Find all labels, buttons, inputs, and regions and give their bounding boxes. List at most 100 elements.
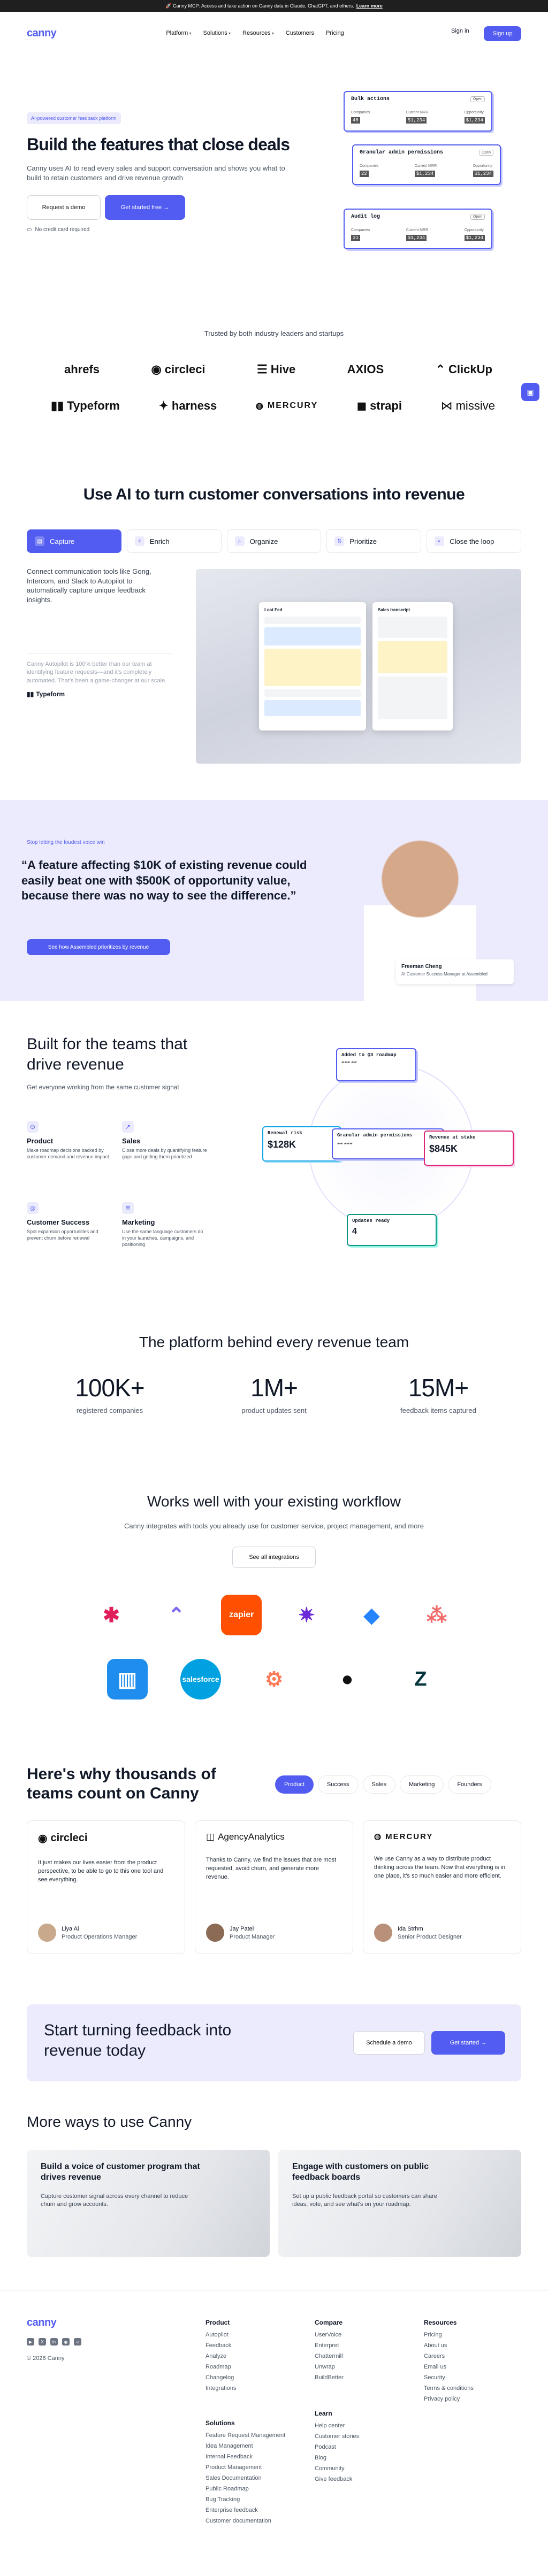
footer-link[interactable]: Podcast (315, 2444, 359, 2450)
capture-icon: ▤ (35, 536, 44, 546)
request-demo-button[interactable]: Request a demo (27, 195, 101, 220)
why-tab-founders[interactable]: Founders (448, 1775, 491, 1794)
zapier-icon[interactable]: zapier (221, 1595, 262, 1635)
logo[interactable]: canny (27, 27, 57, 40)
why-card-mercury: ◍ MERCURY We use Canny as a way to distri… (363, 1820, 521, 1954)
footer-link[interactable]: Enterprise feedback (206, 2507, 285, 2513)
footer-link[interactable]: Help center (315, 2423, 359, 2429)
logo-ahrefs: ahrefs (64, 363, 100, 376)
footer-link[interactable]: Product Management (206, 2464, 285, 2471)
footer-link[interactable]: Changelog (206, 2374, 236, 2381)
why-card-author: Jay Patel Product Manager (206, 1924, 275, 1942)
announcement-text: 🚀 Canny MCP: Access and take action on C… (165, 3, 354, 9)
ai-section-title: Use AI to turn customer conversations in… (83, 486, 465, 503)
footer-link[interactable]: Feature Request Management (206, 2432, 285, 2439)
tab-organize[interactable]: ⌕ Organize (226, 529, 322, 553)
asana-icon[interactable]: ⁂ (416, 1595, 457, 1635)
col-value: 46 (351, 117, 360, 124)
footer-col-product: Product Autopilot Feedback Analyze Roadm… (206, 2319, 237, 2392)
nav-resources[interactable]: Resources (242, 30, 274, 36)
salesforce-icon[interactable]: salesforce (180, 1659, 221, 1700)
footer-link[interactable]: Integrations (206, 2385, 236, 2392)
why-tab-product[interactable]: Product (275, 1775, 314, 1794)
footer-link[interactable]: Customer stories (315, 2433, 359, 2440)
footer-link[interactable]: Email us (424, 2364, 474, 2370)
footer-link[interactable]: Give feedback (315, 2476, 359, 2482)
get-started-button[interactable]: Get started free → (105, 195, 185, 220)
nav-customers[interactable]: Customers (286, 30, 314, 36)
bolt-icon[interactable]: ✷ (286, 1595, 327, 1635)
x-icon[interactable]: X (39, 2338, 46, 2346)
footer-link[interactable]: Community (315, 2465, 359, 2472)
logo-missive: ⋈ missive (440, 399, 495, 412)
main-nav: canny Platform Solutions Resources Custo… (0, 17, 548, 49)
footer-link[interactable]: Autopilot (206, 2332, 236, 2338)
footer-link[interactable]: Roadmap (206, 2364, 236, 2370)
mock-left-title: Lost Fed (264, 608, 283, 612)
sign-up-button[interactable]: Sign up (484, 26, 521, 41)
jira-icon[interactable]: ◆ (351, 1595, 392, 1635)
see-integrations-button[interactable]: See all integrations (232, 1547, 316, 1568)
why-card-author: Liya Ai Product Operations Manager (38, 1924, 137, 1942)
github-icon[interactable]: ● (327, 1659, 368, 1700)
stat-companies: 100K+ registered companies (75, 1374, 144, 1414)
footer-link[interactable]: Customer documentation (206, 2518, 285, 2524)
nav-solutions[interactable]: Solutions (203, 30, 231, 36)
tab-close-the-loop[interactable]: ◐ Close the loop (427, 529, 521, 553)
footer-link[interactable]: Analyze (206, 2353, 236, 2359)
clickup-icon[interactable]: ⌃ (156, 1595, 197, 1635)
discord-icon[interactable]: ☺ (74, 2338, 81, 2346)
zendesk-icon[interactable]: Z (400, 1659, 441, 1700)
linkedin-icon[interactable]: in (50, 2338, 58, 2346)
nav-pricing[interactable]: Pricing (326, 30, 344, 36)
sign-in-link[interactable]: Sign in (451, 28, 469, 34)
footer-link[interactable]: UserVoice (315, 2332, 344, 2338)
footer-link[interactable]: Privacy policy (424, 2396, 474, 2402)
slack-icon[interactable]: ✱ (91, 1595, 132, 1635)
footer-link[interactable]: Bug Tracking (206, 2496, 285, 2503)
footer-link[interactable]: BuildBetter (315, 2374, 344, 2381)
col-value: $1,234 (414, 171, 436, 177)
tab-capture[interactable]: ▤ Capture (27, 529, 121, 553)
circleci-icon: ◉ (151, 363, 162, 376)
footer-link[interactable]: Chattermill (315, 2353, 344, 2359)
tab-prioritize[interactable]: ⇅ Prioritize (326, 529, 422, 553)
missive-icon: ⋈ (440, 399, 453, 412)
footer-link[interactable]: Pricing (424, 2332, 474, 2338)
why-tab-success[interactable]: Success (317, 1775, 359, 1794)
footer-link[interactable]: Blog (315, 2455, 359, 2461)
nav-platform[interactable]: Platform (166, 30, 191, 36)
schedule-demo-button[interactable]: Schedule a demo (353, 2031, 425, 2055)
announcement-link[interactable]: Learn more (356, 3, 383, 9)
youtube-icon[interactable]: ▶ (27, 2338, 34, 2346)
footer-link[interactable]: Feedback (206, 2342, 236, 2349)
footer-link[interactable]: Terms & conditions (424, 2385, 474, 2392)
cta-get-started-button[interactable]: Get started → (431, 2031, 505, 2055)
footer-link[interactable]: Idea Management (206, 2443, 285, 2449)
logos-heading: Trusted by both industry leaders and sta… (204, 329, 344, 337)
testimonial-button[interactable]: See how Assembled prioritizes by revenue (27, 939, 170, 955)
marketing-icon: ≣ (122, 1202, 134, 1214)
why-tab-sales[interactable]: Sales (362, 1775, 396, 1794)
col-label: Opportunity (473, 164, 492, 168)
podcast-icon[interactable]: ◉ (62, 2338, 70, 2346)
chat-widget-icon[interactable]: ▣ (521, 383, 539, 401)
footer-link[interactable]: Security (424, 2374, 474, 2381)
footer-link[interactable]: Sales Documentation (206, 2475, 285, 2481)
more-card-voc[interactable]: Build a voice of customer program that d… (27, 2150, 270, 2257)
footer-link[interactable]: Enterpret (315, 2342, 344, 2349)
intercom-icon[interactable]: ▥ (107, 1659, 148, 1700)
footer-link[interactable]: Careers (424, 2353, 474, 2359)
footer-link[interactable]: Internal Feedback (206, 2454, 285, 2460)
why-tab-marketing[interactable]: Marketing (400, 1775, 444, 1794)
footer-link[interactable]: Public Roadmap (206, 2486, 285, 2492)
logo-axios: AXIOS (347, 363, 384, 376)
more-card-boards[interactable]: Engage with customers on public feedback… (278, 2150, 521, 2257)
hubspot-icon[interactable]: ⚙ (254, 1659, 294, 1700)
footer-link[interactable]: About us (424, 2342, 474, 2349)
col-label: Companies (351, 228, 370, 232)
tab-enrich[interactable]: ✧ Enrich (126, 529, 222, 553)
footer-logo[interactable]: canny (27, 2317, 57, 2329)
avatar (374, 1924, 392, 1942)
footer-link[interactable]: Unwrap (315, 2364, 344, 2370)
